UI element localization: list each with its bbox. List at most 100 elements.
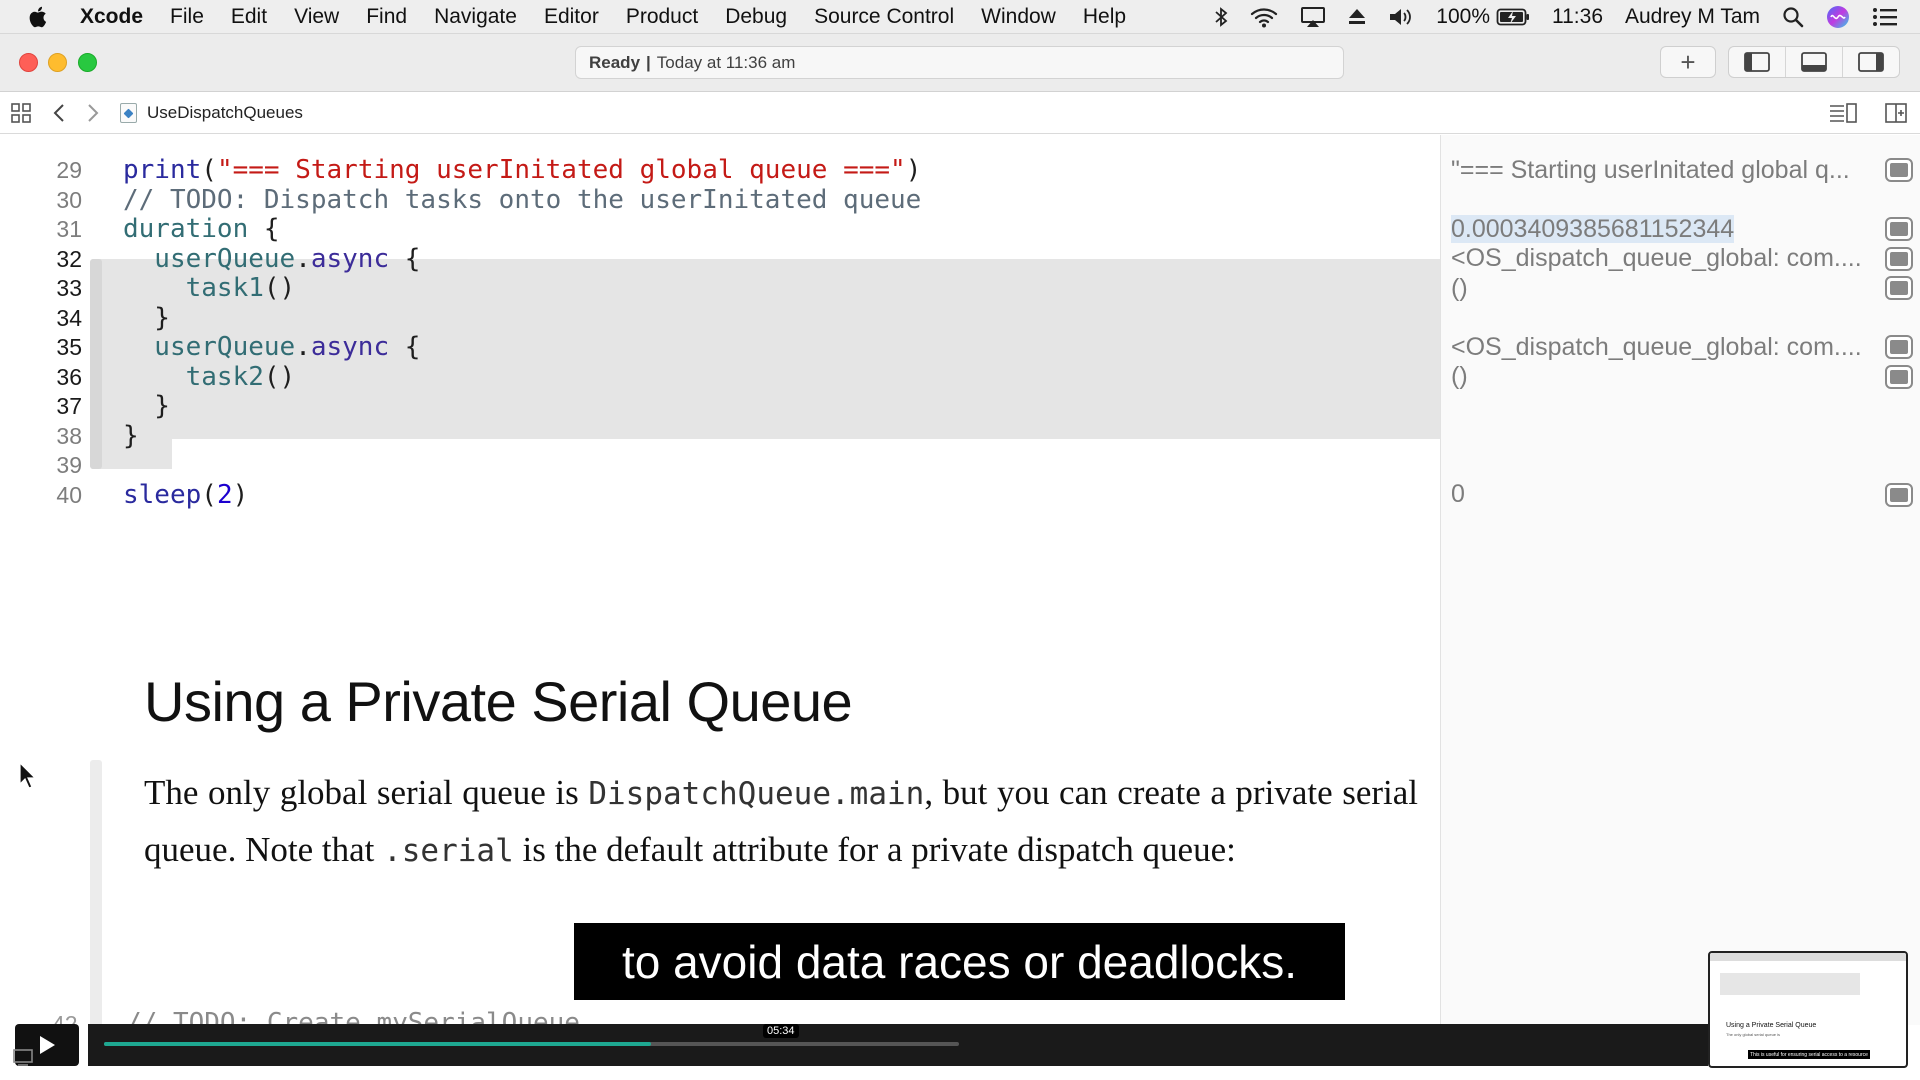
line-number[interactable]: 36 [0, 364, 82, 391]
apple-icon[interactable] [28, 5, 58, 29]
jump-bar: UseDispatchQueues [0, 92, 1920, 134]
notification-center-icon[interactable] [1872, 7, 1898, 27]
breadcrumb[interactable]: UseDispatchQueues [120, 92, 303, 134]
result-value-text: () [1451, 273, 1468, 302]
source-editor[interactable]: 29 print("=== Starting userInitated globa… [0, 135, 1440, 1025]
quick-look-icon[interactable] [1885, 335, 1913, 359]
code-line[interactable]: } [123, 421, 139, 451]
quick-look-icon[interactable] [1885, 158, 1913, 182]
screen-icon[interactable] [12, 1047, 36, 1067]
timestamp-tooltip: 05:34 [763, 1024, 799, 1038]
thumbnail-text: The only global serial queue is [1726, 1032, 1781, 1037]
line-number[interactable]: 35 [0, 334, 82, 361]
menu-editor[interactable]: Editor [544, 5, 599, 29]
line-number[interactable]: 29 [0, 157, 82, 184]
menu-find[interactable]: Find [366, 5, 407, 29]
result-value[interactable]: () [1451, 274, 1879, 303]
code-token: ( [201, 155, 217, 185]
menu-navigate[interactable]: Navigate [434, 5, 517, 29]
code-token: ( [201, 479, 217, 510]
plus-icon: + [1680, 46, 1696, 77]
wifi-icon[interactable] [1250, 6, 1278, 28]
battery-status[interactable]: 100% [1436, 5, 1530, 29]
thumbnail-title: Using a Private Serial Queue [1726, 1022, 1817, 1029]
result-value[interactable]: <OS_dispatch_queue_global: com.... [1451, 333, 1879, 362]
airplay-icon[interactable] [1300, 6, 1326, 28]
code-line[interactable]: // TODO: Dispatch tasks onto the userIni… [123, 185, 921, 215]
result-value[interactable]: "=== Starting userInitated global q... [1451, 156, 1879, 185]
close-window-button[interactable] [19, 53, 38, 72]
add-editor-icon[interactable] [1884, 102, 1908, 124]
playground-file-icon [120, 103, 137, 123]
back-chevron-icon[interactable] [52, 102, 66, 124]
thumbnail-highlight [1720, 973, 1860, 995]
related-items-icon[interactable] [10, 102, 32, 124]
line-number[interactable]: 32 [0, 246, 82, 273]
volume-icon[interactable] [1388, 6, 1414, 28]
clock[interactable]: 11:36 [1552, 5, 1603, 29]
forward-chevron-icon[interactable] [86, 102, 100, 124]
code-token: 2 [216, 479, 233, 510]
activity-viewer: Ready | Today at 11:36 am [575, 46, 1344, 79]
quick-look-icon[interactable] [1885, 217, 1913, 241]
line-number[interactable]: 33 [0, 275, 82, 302]
result-row: 0.0003409385681152344 [1441, 214, 1920, 244]
markup-gutter-strip [90, 760, 102, 1025]
menu-debug[interactable]: Debug [725, 5, 787, 29]
code-line[interactable]: task2() [123, 361, 296, 392]
line-number[interactable]: 37 [0, 393, 82, 420]
toggle-inspector-button[interactable] [1843, 47, 1899, 77]
result-value[interactable]: 0.0003409385681152344 [1451, 214, 1879, 244]
video-thumbnail-preview[interactable]: Using a Private Serial Queue The only gl… [1708, 951, 1908, 1068]
line-number[interactable]: 34 [0, 305, 82, 332]
siri-icon[interactable] [1826, 5, 1850, 29]
menu-view[interactable]: View [294, 5, 339, 29]
library-add-button[interactable]: + [1660, 46, 1716, 78]
play-icon [40, 1036, 55, 1054]
editor-options-icon[interactable] [1828, 102, 1858, 124]
result-value[interactable]: <OS_dispatch_queue_global: com.... [1451, 244, 1879, 273]
menu-window[interactable]: Window [981, 5, 1056, 29]
code-token: print [123, 155, 202, 185]
eject-icon[interactable] [1348, 7, 1366, 27]
code-line[interactable]: } [123, 391, 170, 421]
line-number[interactable]: 30 [0, 187, 82, 214]
code-line[interactable]: } [123, 303, 170, 333]
code-line[interactable]: userQueue.async { [123, 244, 420, 274]
line-number[interactable]: 38 [0, 423, 82, 450]
code-line[interactable]: print("=== Starting userInitated global … [123, 155, 921, 185]
code-line[interactable]: duration { [123, 214, 280, 244]
result-value-text: () [1451, 362, 1468, 390]
result-value-text: <OS_dispatch_queue_global: com.... [1451, 332, 1862, 361]
user-name[interactable]: Audrey M Tam [1625, 5, 1760, 29]
quick-look-icon[interactable] [1885, 276, 1913, 300]
code-fold-ribbon[interactable] [90, 259, 102, 469]
menu-product[interactable]: Product [626, 5, 698, 29]
spotlight-icon[interactable] [1782, 6, 1804, 28]
result-row: 0 [1441, 480, 1920, 510]
quick-look-icon[interactable] [1885, 482, 1913, 507]
minimize-window-button[interactable] [48, 53, 67, 72]
line-number[interactable]: 31 [0, 216, 82, 243]
code-line[interactable]: task1() [123, 273, 296, 303]
toggle-navigator-button[interactable] [1729, 47, 1786, 77]
code-line[interactable]: sleep(2) [123, 480, 248, 510]
line-number[interactable]: 39 [0, 452, 82, 479]
menu-help[interactable]: Help [1083, 5, 1126, 29]
line-number[interactable]: 40 [0, 482, 82, 509]
toggle-debug-area-button[interactable] [1786, 47, 1843, 77]
code-line[interactable]: userQueue.async { [123, 332, 420, 362]
menu-file[interactable]: File [170, 5, 204, 29]
result-value[interactable]: 0 [1451, 480, 1879, 509]
build-status-detail: Today at 11:36 am [656, 52, 796, 72]
quick-look-icon[interactable] [1885, 246, 1913, 271]
code-token: () [263, 361, 296, 392]
bluetooth-icon[interactable] [1214, 6, 1228, 28]
menu-xcode[interactable]: Xcode [80, 5, 143, 29]
doc-code-2: .serial [383, 833, 514, 869]
quick-look-icon[interactable] [1885, 364, 1913, 389]
zoom-window-button[interactable] [78, 53, 97, 72]
menu-edit[interactable]: Edit [231, 5, 267, 29]
menu-source-control[interactable]: Source Control [814, 5, 954, 29]
result-value[interactable]: () [1451, 362, 1879, 391]
